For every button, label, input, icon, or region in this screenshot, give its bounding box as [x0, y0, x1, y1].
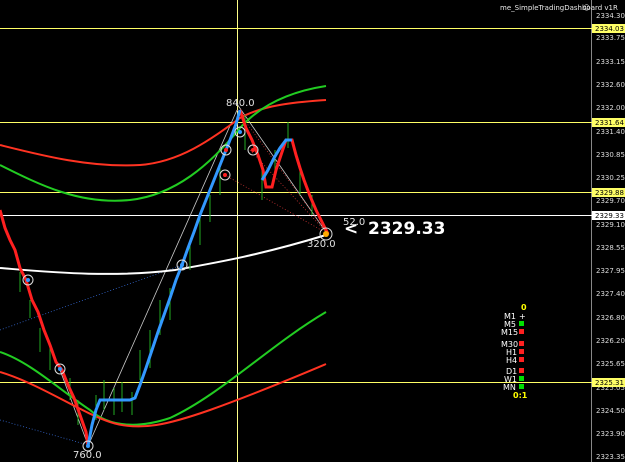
svg-text:2327.40: 2327.40: [596, 290, 625, 298]
svg-text:2325.31: 2325.31: [595, 379, 624, 387]
swing-recent-label: 320.0: [307, 239, 336, 250]
indicator-title: me_SimpleTradingDashboard v1R: [500, 4, 618, 12]
svg-text:2331.64: 2331.64: [595, 119, 624, 127]
svg-text:2329.10: 2329.10: [596, 221, 625, 229]
svg-text:2334.03: 2334.03: [595, 25, 624, 33]
tf-label-m15: M15: [501, 328, 518, 337]
svg-text:2331.40: 2331.40: [596, 128, 625, 136]
dashboard-ratio: 0:1: [513, 391, 528, 400]
svg-text:2323.90: 2323.90: [596, 430, 625, 438]
smiley-icon: ☺: [583, 4, 590, 12]
svg-text:2326.80: 2326.80: [596, 314, 625, 322]
svg-text:2329.88: 2329.88: [595, 189, 624, 197]
tf-status-w1: [519, 376, 524, 381]
band-white-mid: [0, 234, 327, 275]
svg-text:2332.60: 2332.60: [596, 81, 625, 89]
svg-text:2327.95: 2327.95: [596, 267, 625, 275]
svg-text:2333.75: 2333.75: [596, 34, 625, 42]
svg-text:2326.20: 2326.20: [596, 337, 625, 345]
trading-dashboard: 0 M1 + M5 M15 M30 H1 H4 D1 W1 MN 0:1: [501, 303, 528, 400]
price-axis-strip[interactable]: [592, 0, 625, 462]
current-price-value: 2329.33: [368, 219, 445, 239]
svg-text:2328.55: 2328.55: [596, 244, 625, 252]
svg-text:2324.50: 2324.50: [596, 407, 625, 415]
tf-status-mn: [519, 384, 524, 389]
tf-status-m1: +: [519, 312, 526, 321]
tf-label-h4: H4: [506, 356, 517, 365]
svg-text:2323.35: 2323.35: [596, 453, 625, 461]
tf-status-h4: [519, 357, 524, 362]
band-green-lower: [0, 311, 327, 426]
tf-status-m30: [519, 341, 524, 346]
svg-text:2330.25: 2330.25: [596, 174, 625, 182]
tf-status-m15: [519, 329, 524, 334]
dashboard-top-value: 0: [521, 303, 527, 312]
svg-text:2325.65: 2325.65: [596, 360, 625, 368]
tf-status-m5: [519, 321, 524, 326]
zigzag-dotted-connectors: [0, 103, 329, 447]
swing-high-label: 840.0: [226, 98, 255, 109]
svg-text:2333.15: 2333.15: [596, 58, 625, 66]
band-green-upper: [0, 85, 327, 202]
chart-canvas[interactable]: 2334.30 2333.75 2333.15 2332.60 2332.00 …: [0, 0, 625, 462]
tf-status-d1: [519, 368, 524, 373]
svg-text:2329.70: 2329.70: [596, 197, 625, 205]
ma-bands: [0, 85, 327, 428]
band-red-lower: [0, 363, 327, 428]
svg-text:2330.85: 2330.85: [596, 151, 625, 159]
swing-low-label: 760.0: [73, 450, 102, 461]
svg-text:2329.33: 2329.33: [595, 212, 624, 220]
svg-text:2334.30: 2334.30: [596, 12, 625, 20]
tf-status-h1: [519, 349, 524, 354]
svg-text:2332.00: 2332.00: [596, 104, 625, 112]
current-price-arrow: <: [344, 219, 358, 239]
